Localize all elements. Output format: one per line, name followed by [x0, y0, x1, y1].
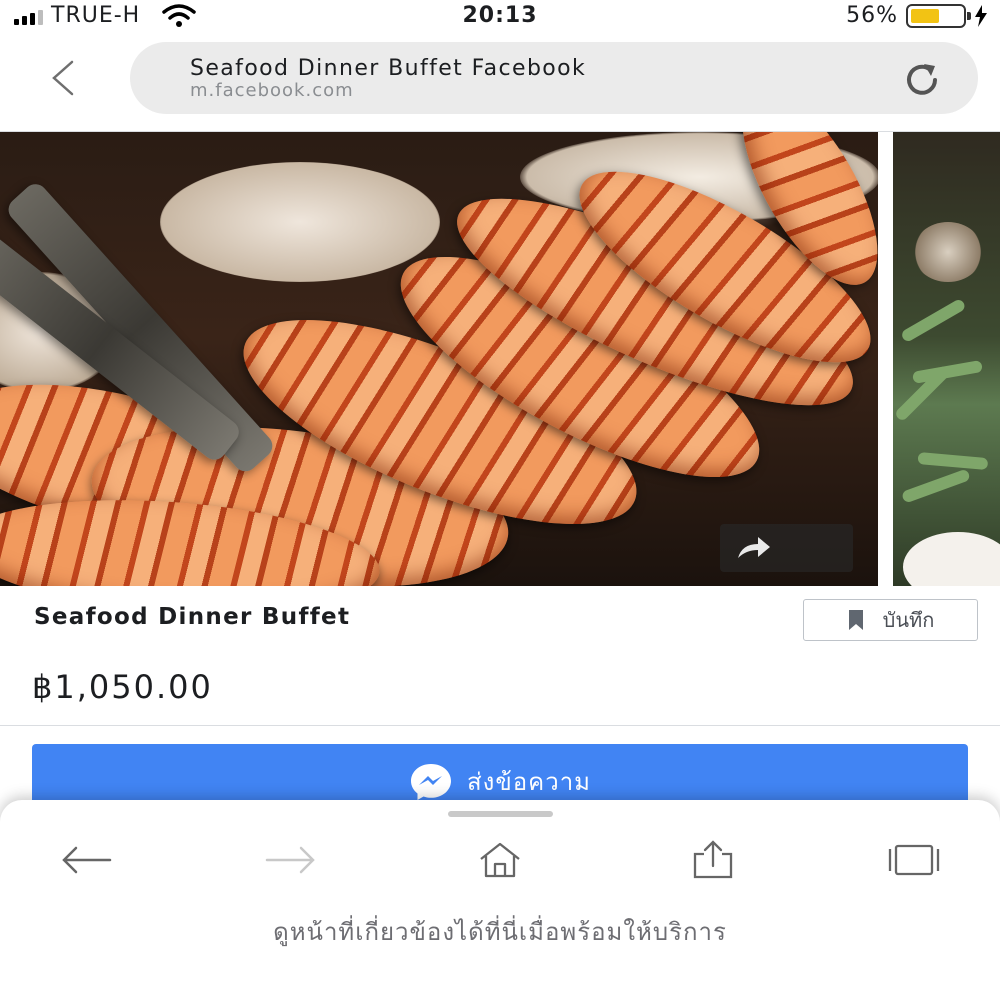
arrow-forward-icon — [265, 846, 315, 874]
save-button-label: บันทึก — [882, 608, 935, 632]
reload-icon — [907, 64, 937, 95]
browser-forward-button[interactable] — [263, 838, 319, 882]
browser-nav-row: Seafood Dinner Buffet Facebook m.faceboo… — [0, 40, 1000, 116]
share-icon — [693, 840, 733, 879]
tabs-icon — [888, 844, 940, 876]
save-button[interactable]: บันทึก — [803, 599, 978, 641]
send-message-label: ส่งข้อความ — [466, 768, 591, 796]
next-photo-preview[interactable] — [893, 132, 1000, 586]
product-title: Seafood Dinner Buffet — [34, 604, 351, 630]
address-bar[interactable]: Seafood Dinner Buffet Facebook m.faceboo… — [130, 42, 978, 114]
product-photo[interactable] — [0, 132, 878, 586]
home-button[interactable] — [472, 838, 528, 882]
share-arrow-icon — [738, 537, 770, 558]
battery-percent: 56% — [846, 3, 898, 28]
sheet-grabber[interactable] — [448, 811, 553, 817]
share-photo-button[interactable] — [720, 524, 853, 572]
battery-icon — [906, 3, 971, 28]
page-host: m.facebook.com — [190, 80, 354, 101]
messenger-icon — [410, 764, 451, 800]
arrow-back-icon — [62, 846, 112, 874]
status-bar: TRUE-H 20:13 56% — [0, 0, 1000, 32]
related-pages-message: ดูหน้าที่เกี่ยวข้องได้ที่นี่เมื่อพร้อมให… — [273, 918, 727, 946]
browser-bottom-sheet: ดูหน้าที่เกี่ยวข้องได้ที่นี่เมื่อพร้อมให… — [0, 800, 1000, 1000]
tabs-button[interactable] — [886, 838, 942, 882]
browser-back-button[interactable] — [58, 838, 114, 882]
page-title: Seafood Dinner Buffet Facebook — [190, 56, 587, 81]
reload-button[interactable] — [900, 58, 944, 102]
back-button[interactable] — [40, 56, 84, 100]
home-icon — [480, 842, 520, 878]
chevron-left-icon — [52, 60, 74, 96]
share-page-button[interactable] — [685, 838, 741, 882]
product-price: ฿1,050.00 — [32, 668, 213, 706]
photo-carousel[interactable] — [0, 132, 1000, 586]
charging-bolt-icon — [975, 4, 987, 27]
bookmark-icon — [848, 610, 863, 630]
divider — [0, 725, 1000, 726]
